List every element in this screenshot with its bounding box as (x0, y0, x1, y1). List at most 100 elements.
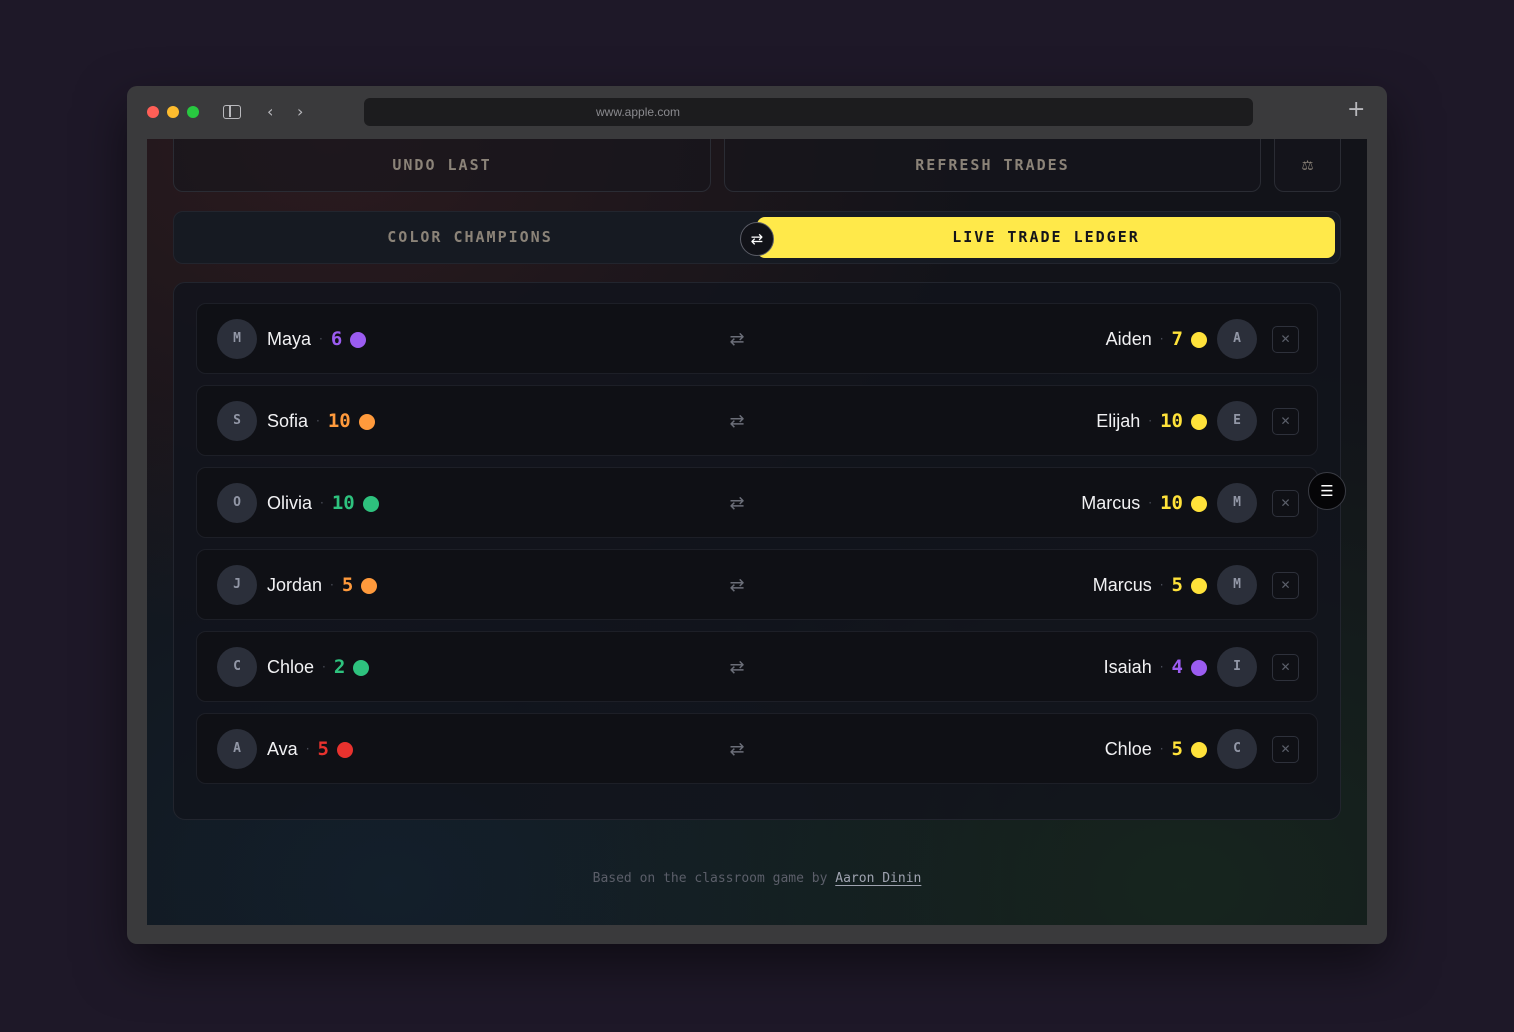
sidebar-toggle-icon[interactable] (223, 105, 241, 119)
close-icon: ✕ (1280, 332, 1291, 346)
close-icon: ✕ (1280, 742, 1291, 756)
player-name: Jordan (267, 575, 323, 595)
trade-receiver: Chloe · 5 C (897, 714, 1257, 785)
trade-row: J Jordan · 5 ⇄ Marcus · 5 M ✕ (196, 549, 1318, 620)
close-icon: ✕ (1280, 578, 1291, 592)
color-chip (350, 331, 367, 348)
color-chip (361, 577, 378, 594)
filter-menu-button[interactable]: ☰ (1308, 472, 1346, 510)
undo-last-button[interactable]: UNDO LAST (173, 139, 711, 192)
view-tabs: COLOR CHAMPIONS LIVE TRADE LEDGER ⇄ (173, 211, 1341, 264)
swap-tabs-icon[interactable]: ⇄ (740, 222, 774, 256)
separator-dot: · (319, 332, 323, 346)
remove-trade-button[interactable]: ✕ (1272, 654, 1299, 681)
swap-arrows-icon: ⇄ (729, 411, 745, 432)
color-chip (1191, 659, 1207, 676)
close-icon: ✕ (1280, 660, 1291, 674)
footer-text: Based on the classroom game by (592, 871, 836, 886)
chip-count: 5 (317, 738, 329, 760)
separator-dot: · (1148, 414, 1153, 428)
color-chip (358, 413, 375, 430)
avatar: E (1217, 401, 1257, 441)
close-window-button[interactable] (147, 106, 159, 118)
separator-dot: · (1159, 332, 1164, 346)
separator-dot: · (320, 496, 324, 510)
trade-ledger-panel: M Maya · 6 ⇄ Aiden · 7 A ✕ S Sofia · 10 … (173, 282, 1341, 820)
trade-receiver: Elijah · 10 E (897, 386, 1257, 457)
avatar: I (1217, 647, 1257, 687)
avatar: A (217, 729, 257, 769)
browser-window: ‹ › www.apple.com + UNDO LAST REFRESH TR… (127, 86, 1387, 944)
chip-count: 10 (327, 410, 351, 432)
remove-trade-button[interactable]: ✕ (1272, 490, 1299, 517)
separator-dot: · (330, 578, 334, 592)
avatar: J (217, 565, 257, 605)
refresh-trades-button[interactable]: REFRESH TRADES (724, 139, 1261, 192)
filter-list-icon: ☰ (1320, 482, 1334, 500)
trade-row: S Sofia · 10 ⇄ Elijah · 10 E ✕ (196, 385, 1318, 456)
swap-arrows-icon: ⇄ (729, 739, 745, 760)
browser-toolbar: ‹ › www.apple.com + (127, 86, 1387, 138)
forward-arrow-icon[interactable]: › (297, 100, 303, 124)
avatar: S (217, 401, 257, 441)
close-icon: ✕ (1280, 414, 1291, 428)
chip-count: 7 (1171, 328, 1183, 350)
tab-live-trade-ledger[interactable]: LIVE TRADE LEDGER (757, 217, 1335, 258)
chip-count: 5 (1171, 738, 1183, 760)
remove-trade-button[interactable]: ✕ (1272, 736, 1299, 763)
avatar: M (217, 319, 257, 359)
remove-trade-button[interactable]: ✕ (1272, 326, 1299, 353)
scale-button[interactable]: ⚖ (1274, 139, 1341, 192)
swap-arrows-icon: ⇄ (729, 329, 745, 350)
trade-row: M Maya · 6 ⇄ Aiden · 7 A ✕ (196, 303, 1318, 374)
separator-dot: · (1148, 496, 1153, 510)
player-name: Elijah (1096, 411, 1141, 431)
player-name: Sofia (267, 411, 309, 431)
minimize-window-button[interactable] (167, 106, 179, 118)
remove-trade-button[interactable]: ✕ (1272, 408, 1299, 435)
remove-trade-button[interactable]: ✕ (1272, 572, 1299, 599)
back-arrow-icon[interactable]: ‹ (267, 100, 273, 124)
footer-credit: Based on the classroom game by Aaron Din… (147, 871, 1367, 886)
player-name: Olivia (267, 493, 313, 513)
player-name: Maya (267, 329, 312, 349)
color-chip (1191, 577, 1207, 594)
color-chip (353, 659, 370, 676)
player-name: Chloe (1104, 739, 1152, 759)
swap-arrows-icon: ⇄ (729, 657, 745, 678)
author-link[interactable]: Aaron Dinin (835, 871, 921, 886)
player-name: Aiden (1105, 329, 1152, 349)
separator-dot: · (1159, 578, 1164, 592)
player-name: Ava (267, 739, 298, 759)
trade-row: C Chloe · 2 ⇄ Isaiah · 4 I ✕ (196, 631, 1318, 702)
avatar: O (217, 483, 257, 523)
avatar: C (217, 647, 257, 687)
avatar: M (1217, 483, 1257, 523)
page-viewport: UNDO LAST REFRESH TRADES ⚖ COLOR CHAMPIO… (147, 139, 1367, 925)
color-chip (1191, 495, 1207, 512)
chip-count: 5 (1171, 574, 1183, 596)
trade-receiver: Marcus · 5 M (897, 550, 1257, 621)
address-bar[interactable]: www.apple.com (364, 98, 1253, 126)
player-name: Isaiah (1103, 657, 1152, 677)
chip-count: 6 (330, 328, 343, 350)
player-name: Marcus (1092, 575, 1152, 595)
swap-arrows-icon: ⇄ (729, 575, 745, 596)
color-chip (1191, 741, 1207, 758)
avatar: A (1217, 319, 1257, 359)
chip-count: 5 (341, 574, 354, 596)
color-chip (1191, 413, 1207, 430)
new-tab-plus-icon[interactable]: + (1347, 98, 1365, 122)
player-name: Chloe (267, 657, 315, 677)
separator-dot: · (316, 414, 320, 428)
chip-count: 10 (331, 492, 355, 514)
chip-count: 4 (1171, 656, 1183, 678)
avatar: M (1217, 565, 1257, 605)
maximize-window-button[interactable] (187, 106, 199, 118)
trade-receiver: Isaiah · 4 I (897, 632, 1257, 703)
separator-dot: · (322, 660, 326, 674)
chip-count: 10 (1160, 410, 1183, 432)
swap-arrows-icon: ⇄ (729, 493, 745, 514)
tab-color-champions[interactable]: COLOR CHAMPIONS (180, 217, 760, 258)
close-icon: ✕ (1280, 496, 1291, 510)
